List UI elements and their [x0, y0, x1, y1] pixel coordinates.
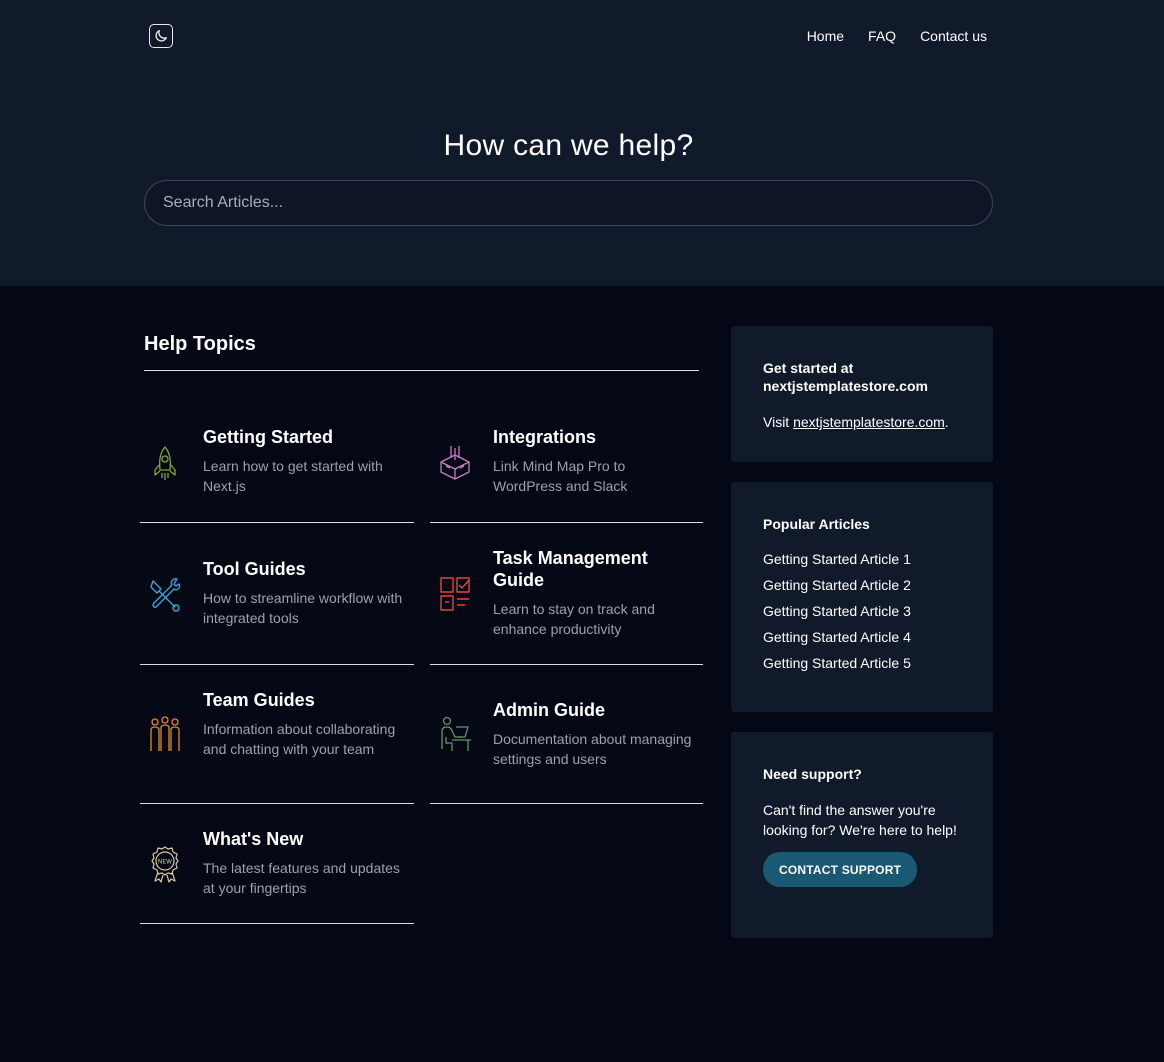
admin-desk-icon [441, 716, 471, 751]
topic-admin-guide[interactable]: Admin Guide Documentation about managing… [430, 665, 703, 804]
topic-description: The latest features and updates at your … [203, 860, 400, 896]
topic-title: Admin Guide [493, 700, 605, 720]
tools-icon [150, 578, 181, 612]
card-title: Popular Articles [763, 516, 870, 532]
get-started-card: Get started at nextjstemplatestore.com V… [731, 326, 993, 462]
site-link[interactable]: nextjstemplatestore.com [793, 414, 945, 430]
nav-link-home[interactable]: Home [807, 27, 844, 45]
team-icon [150, 716, 180, 751]
punctuation: . [944, 414, 949, 430]
article-link[interactable]: Getting Started Article 5 [763, 654, 961, 672]
topic-title: Task Management Guide [493, 548, 648, 590]
top-nav: Home FAQ Contact us [0, 0, 1164, 72]
search-input[interactable] [161, 193, 976, 213]
topic-description: Learn to stay on track and enhance produ… [493, 601, 655, 637]
topic-title: What's New [203, 829, 304, 849]
topic-description: How to streamline workflow with integrat… [203, 590, 403, 626]
article-list: Getting Started Article 1 Getting Starte… [763, 550, 961, 672]
task-checklist-icon [440, 577, 470, 611]
nav-link-faq[interactable]: FAQ [868, 27, 896, 45]
topic-task-management[interactable]: Task Management Guide Learn to stay on t… [430, 523, 703, 665]
box-plugin-icon [440, 446, 470, 480]
help-topics-heading: Help Topics [144, 333, 256, 355]
topic-whats-new[interactable]: NEW What's New The latest features and u… [140, 804, 414, 924]
hero-section: Home FAQ Contact us How can we help? [0, 0, 1164, 286]
article-link[interactable]: Getting Started Article 1 [763, 550, 961, 568]
card-text: Visit nextjstemplatestore.com. [763, 412, 961, 432]
topic-title: Tool Guides [203, 559, 306, 579]
topic-title: Getting Started [203, 427, 334, 447]
card-title: Get started at nextjstemplatestore.com [763, 360, 928, 394]
topic-tool-guides[interactable]: Tool Guides How to streamline workflow w… [140, 523, 414, 665]
nav-link-contact[interactable]: Contact us [920, 27, 987, 45]
topic-description: Learn how to get started with Next.js [203, 458, 383, 494]
new-badge-icon: NEW [151, 846, 179, 883]
rocket-icon [154, 446, 176, 480]
divider [144, 370, 699, 371]
article-link[interactable]: Getting Started Article 3 [763, 602, 961, 620]
topic-description: Documentation about managing settings an… [493, 731, 692, 767]
nav-links: Home FAQ Contact us [807, 27, 987, 45]
moon-icon [155, 30, 167, 42]
topic-integrations[interactable]: Integrations Link Mind Map Pro to WordPr… [430, 402, 703, 523]
topic-getting-started[interactable]: Getting Started Learn how to get started… [140, 402, 414, 523]
topic-title: Integrations [493, 427, 597, 447]
article-link[interactable]: Getting Started Article 4 [763, 628, 961, 646]
theme-toggle-button[interactable] [149, 24, 173, 48]
article-link[interactable]: Getting Started Article 2 [763, 576, 961, 594]
topic-description: Information about collaborating and chat… [203, 721, 396, 757]
support-card: Need support? Can't find the answer you'… [731, 732, 993, 938]
popular-articles-card: Popular Articles Getting Started Article… [731, 482, 993, 712]
topic-title: Team Guides [203, 690, 315, 710]
contact-support-button[interactable]: CONTACT SUPPORT [763, 852, 918, 887]
topic-team-guides[interactable]: Team Guides Information about collaborat… [140, 665, 414, 804]
hero-title: How can we help? [443, 129, 694, 162]
visit-text: Visit [763, 414, 794, 430]
svg-text:NEW: NEW [158, 859, 172, 866]
search-box[interactable] [144, 180, 993, 226]
card-text: Can't find the answer you're looking for… [763, 802, 957, 838]
card-title: Need support? [763, 766, 862, 782]
topic-description: Link Mind Map Pro to WordPress and Slack [493, 458, 628, 494]
